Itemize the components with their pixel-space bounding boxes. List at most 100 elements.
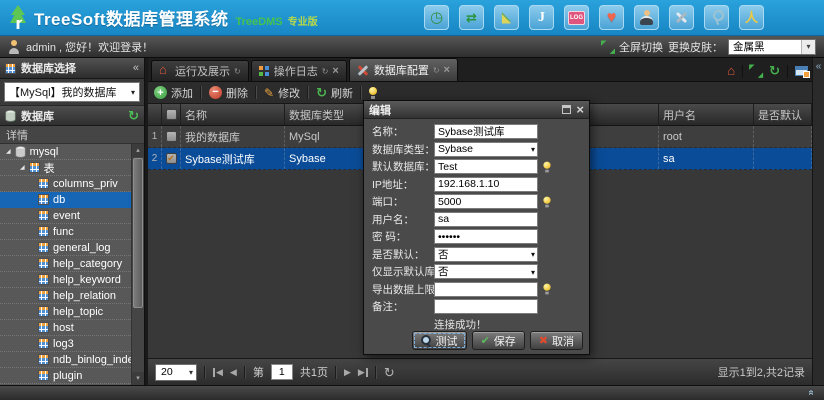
field-value: Sybase [438, 143, 531, 155]
page-number-input[interactable]: 1 [271, 364, 293, 380]
chart-icon [498, 9, 515, 26]
reload-page-button[interactable] [384, 366, 395, 379]
last-page-button[interactable] [358, 368, 368, 377]
database-select[interactable]: 【MySql】我的数据库 [4, 82, 140, 102]
cancel-button[interactable]: 取消 [530, 331, 583, 350]
tree-node-host[interactable]: host [0, 320, 131, 336]
tree-node-mysql[interactable]: mysql [0, 144, 131, 160]
column-header-name[interactable]: 名称 [181, 104, 285, 125]
tree-node-db[interactable]: db [0, 192, 131, 208]
tree-node-help_relation[interactable]: help_relation [0, 288, 131, 304]
timer-button[interactable] [424, 5, 449, 30]
tree-node-label: plugin [53, 370, 82, 382]
collapse-up-icon[interactable] [806, 390, 817, 396]
refresh-button[interactable]: 刷新 [316, 85, 353, 101]
chart-button[interactable] [494, 5, 519, 30]
expand-icon[interactable] [750, 65, 762, 77]
tree-scrollbar[interactable] [131, 144, 144, 385]
tree-detail-header: 详情 [0, 126, 144, 144]
tree-node-func[interactable]: func [0, 224, 131, 240]
close-icon[interactable] [576, 105, 584, 115]
tree-node-tables[interactable]: 表 [0, 160, 131, 176]
dialog-field-row: 仅显示默认库： 否 [372, 264, 581, 279]
test-button[interactable]: 测试 [412, 331, 467, 350]
field-input[interactable]: 否 [434, 264, 538, 279]
sync-button[interactable] [459, 5, 484, 30]
field-input[interactable]: sa [434, 212, 538, 227]
sidebar-panel-header: 数据库选择 [0, 58, 144, 79]
log-button[interactable] [564, 5, 589, 30]
delete-button[interactable]: 删除 [209, 85, 248, 101]
scroll-down-icon[interactable] [132, 372, 144, 385]
tree-node-event[interactable]: event [0, 208, 131, 224]
tree-node-columns_priv[interactable]: columns_priv [0, 176, 131, 192]
user-button[interactable] [634, 5, 659, 30]
scroll-up-icon[interactable] [132, 144, 144, 157]
tree-node-plugin[interactable]: plugin [0, 368, 131, 384]
field-input[interactable]: •••••• [434, 229, 538, 244]
skin-select[interactable]: 金属黑 [728, 39, 816, 55]
heart-button[interactable] [599, 5, 624, 30]
letter-j-button[interactable] [529, 5, 554, 30]
dropdown-caret-icon[interactable] [801, 40, 815, 54]
south-bar [0, 385, 824, 400]
field-input[interactable] [434, 299, 538, 314]
tab-home[interactable]: 运行及展示 [151, 60, 249, 81]
field-value: 否 [438, 247, 531, 262]
scrollbar-thumb[interactable] [133, 158, 143, 308]
fullscreen-icon[interactable] [602, 41, 614, 53]
tab-log[interactable]: 操作日志 [251, 60, 347, 81]
column-header-default[interactable]: 是否默认 [754, 104, 812, 125]
key-button[interactable] [704, 5, 729, 30]
east-collapsed-panel[interactable] [812, 58, 824, 385]
tools-button[interactable] [669, 5, 694, 30]
field-input[interactable]: 192.168.1.10 [434, 177, 538, 192]
cell-name: Sybase测试库 [181, 148, 285, 169]
runner-button[interactable] [739, 5, 764, 30]
tree-node-help_category[interactable]: help_category [0, 256, 131, 272]
tree-node-general_log[interactable]: general_log [0, 240, 131, 256]
expander-icon[interactable] [20, 164, 25, 171]
grid-view-icon[interactable] [795, 66, 808, 76]
home-icon[interactable] [727, 62, 735, 80]
next-page-button[interactable] [344, 368, 351, 377]
prev-page-button[interactable] [230, 368, 237, 377]
field-input[interactable] [434, 282, 538, 297]
field-value: sa [438, 213, 535, 225]
field-input[interactable]: Test [434, 159, 538, 174]
tab-config[interactable]: 数据库配置 [349, 58, 458, 81]
save-button[interactable]: 保存 [472, 331, 525, 350]
tab-close-icon[interactable] [444, 65, 450, 75]
refresh-tree-icon[interactable] [128, 108, 139, 124]
field-input[interactable]: 否 [434, 247, 538, 262]
tab-refresh-icon[interactable] [322, 67, 329, 76]
page-size-select[interactable]: 20 [155, 364, 197, 381]
edit-button[interactable]: 修改 [264, 85, 300, 101]
column-header-user[interactable]: 用户名 [659, 104, 754, 125]
tree-node-ndb_binlog_index[interactable]: ndb_binlog_index [0, 352, 131, 368]
add-button[interactable]: 添加 [154, 85, 193, 101]
fullscreen-toggle[interactable]: 全屏切换 [619, 39, 663, 55]
tree-node-help_topic[interactable]: help_topic [0, 304, 131, 320]
database-cylinder-icon [5, 110, 16, 122]
field-input[interactable]: Sybase [434, 142, 538, 157]
tab-close-icon[interactable] [332, 66, 338, 76]
tree-node-help_keyword[interactable]: help_keyword [0, 272, 131, 288]
row-checkbox[interactable] [166, 131, 177, 142]
field-input[interactable]: Sybase测试库 [434, 124, 538, 139]
row-checkbox[interactable] [166, 153, 177, 164]
refresh-icon[interactable] [769, 62, 780, 80]
select-all-checkbox[interactable] [166, 109, 177, 120]
sidebar-collapse-icon[interactable] [133, 62, 139, 74]
expander-icon[interactable] [6, 148, 11, 155]
tab-refresh-icon[interactable] [433, 66, 440, 75]
tree-node-log3[interactable]: log3 [0, 336, 131, 352]
field-input[interactable]: 5000 [434, 194, 538, 209]
first-page-button[interactable] [213, 368, 223, 377]
user-avatar-icon [8, 40, 20, 54]
collapse-left-icon[interactable] [816, 61, 822, 72]
tab-refresh-icon[interactable] [234, 67, 241, 76]
dialog-titlebar[interactable]: 编辑 [364, 101, 589, 119]
dropdown-caret-icon[interactable] [131, 86, 135, 98]
maximize-icon[interactable] [562, 105, 571, 114]
